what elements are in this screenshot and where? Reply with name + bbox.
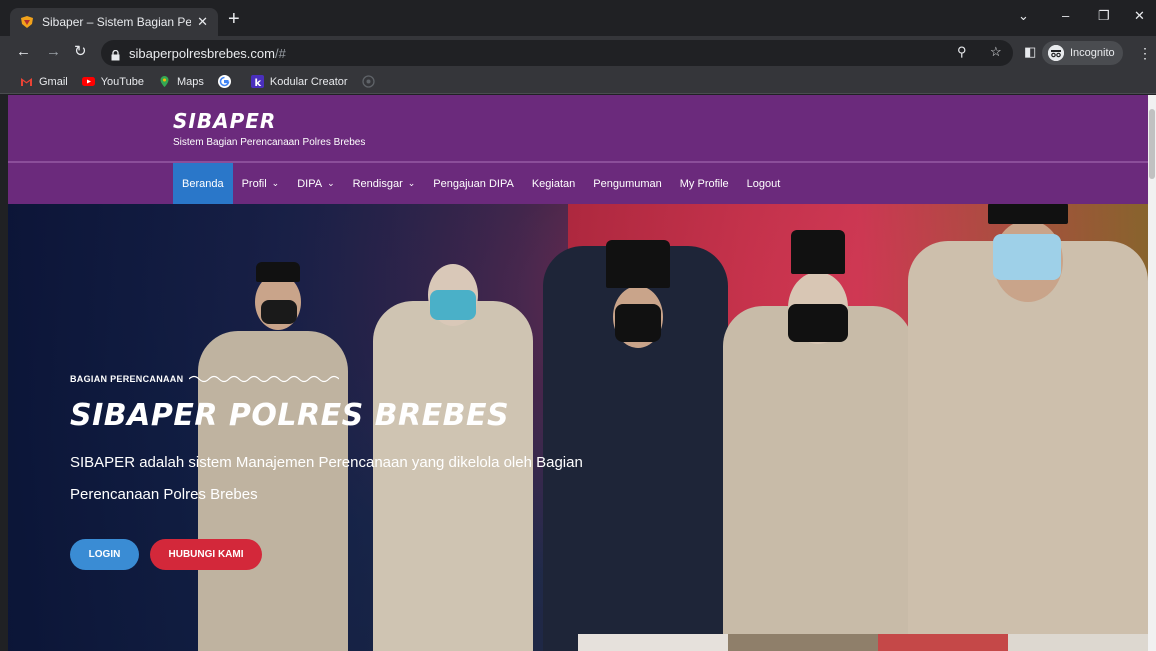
nav-logout[interactable]: Logout <box>738 163 790 204</box>
close-tab-icon[interactable]: ✕ <box>197 14 208 30</box>
nav-beranda[interactable]: Beranda <box>173 163 233 204</box>
bookmarks-bar: Gmail YouTube Maps k Kodular Creator <box>0 70 1156 94</box>
bookmark-google[interactable] <box>217 75 237 88</box>
nav-pengumuman[interactable]: Pengumuman <box>584 163 671 204</box>
maps-icon <box>158 75 171 88</box>
new-tab-icon[interactable]: + <box>228 9 240 29</box>
site-tagline: Sistem Bagian Perencanaan Polres Brebes <box>173 137 366 148</box>
chevron-down-icon: ⌄ <box>407 178 416 188</box>
site-header: SIBAPER Sistem Bagian Perencanaan Polres… <box>8 95 1148 161</box>
menu-icon[interactable]: ⋮ <box>1138 45 1152 62</box>
hero-description: SIBAPER adalah sistem Manajemen Perencan… <box>70 454 583 503</box>
scrollbar-thumb[interactable] <box>1149 109 1155 179</box>
browser-tab[interactable]: Sibaper – Sistem Bagian Perencan ✕ <box>10 8 218 36</box>
photo-mask <box>993 234 1061 280</box>
youtube-icon <box>81 75 95 88</box>
incognito-badge[interactable]: Incognito <box>1042 41 1123 65</box>
lock-icon[interactable] <box>111 48 120 60</box>
globe-icon <box>361 75 375 88</box>
photo-strip <box>578 634 1148 651</box>
minimize-icon[interactable]: – <box>1062 8 1069 23</box>
login-button[interactable]: LOGIN <box>70 539 139 570</box>
site-favicon-icon <box>20 15 34 29</box>
close-window-icon[interactable]: ✕ <box>1134 8 1145 24</box>
chevron-down-icon: ⌄ <box>327 178 335 188</box>
incognito-label: Incognito <box>1070 47 1115 59</box>
photo-mask <box>430 290 476 320</box>
hero-eyebrow-text: BAGIAN PERENCANAAN <box>70 374 184 384</box>
side-panel-icon[interactable]: ◧ <box>1024 44 1036 60</box>
photo-cap <box>606 240 670 288</box>
photo-mask <box>261 300 297 324</box>
main-navigation: Beranda Profil ⌄ DIPA ⌄ Rendisgar ⌄ Pengaju… <box>8 163 1148 204</box>
wave-decoration-icon <box>189 375 340 383</box>
nav-pengajuan-dipa[interactable]: Pengajuan DIPA <box>424 163 523 204</box>
bookmark-extra[interactable] <box>361 75 381 88</box>
nav-my-profile[interactable]: My Profile <box>671 163 738 204</box>
site-logo[interactable]: SIBAPER <box>173 109 365 133</box>
kodular-icon: k <box>250 75 264 89</box>
contact-button[interactable]: HUBUNGI KAMI <box>150 539 262 570</box>
page-viewport: SIBAPER Sistem Bagian Perencanaan Polres… <box>8 95 1148 651</box>
hero-title: SIBAPER POLRES BREBES <box>70 398 510 433</box>
photo-person <box>908 241 1148 651</box>
bookmark-kodular[interactable]: k Kodular Creator <box>250 75 348 89</box>
page-scrollbar[interactable] <box>1148 95 1156 651</box>
nav-dipa[interactable]: DIPA ⌄ <box>288 163 343 204</box>
google-icon <box>217 75 231 88</box>
gmail-icon <box>20 75 33 88</box>
nav-profil[interactable]: Profil ⌄ <box>233 163 289 204</box>
hero-buttons: LOGIN HUBUNGI KAMI <box>70 539 262 570</box>
photo-mask <box>615 304 661 342</box>
hero-section: BAGIAN PERENCANAAN SIBAPER POLRES BREBES… <box>8 204 1148 651</box>
url-text: sibaperpolresbrebes.com/# <box>129 45 286 61</box>
chevron-down-icon: ⌄ <box>271 178 280 188</box>
reload-icon[interactable]: ↻ <box>74 44 87 60</box>
zoom-icon[interactable]: ⚲ <box>957 44 967 60</box>
back-icon[interactable]: ← <box>16 44 31 60</box>
bookmark-maps[interactable]: Maps <box>158 75 204 88</box>
site-brand[interactable]: SIBAPER Sistem Bagian Perencanaan Polres… <box>173 109 365 148</box>
nav-kegiatan[interactable]: Kegiatan <box>523 163 584 204</box>
address-bar[interactable]: sibaperpolresbrebes.com/# <box>101 40 1013 66</box>
forward-icon[interactable]: → <box>46 44 61 60</box>
bookmark-gmail[interactable]: Gmail <box>20 75 68 88</box>
restore-icon[interactable]: ❐ <box>1098 8 1110 24</box>
photo-cap <box>791 230 845 274</box>
bookmark-star-icon[interactable]: ☆ <box>990 44 1002 60</box>
hero-eyebrow: BAGIAN PERENCANAAN <box>70 374 590 384</box>
bookmark-youtube[interactable]: YouTube <box>81 75 144 88</box>
browser-toolbar: ← → ↻ sibaperpolresbrebes.com/# ⚲ ☆ ◧ In… <box>0 36 1156 70</box>
tab-title: Sibaper – Sistem Bagian Perencan <box>42 15 192 29</box>
tab-search-icon[interactable]: ⌄ <box>1018 8 1029 24</box>
photo-cap <box>256 262 300 282</box>
photo-cap <box>988 204 1068 224</box>
hero-content: BAGIAN PERENCANAAN SIBAPER POLRES BREBES… <box>70 374 590 511</box>
nav-rendisgar[interactable]: Rendisgar ⌄ <box>344 163 425 204</box>
photo-person <box>723 306 913 651</box>
photo-mask <box>788 304 848 342</box>
incognito-icon <box>1048 45 1064 61</box>
browser-tab-bar: Sibaper – Sistem Bagian Perencan ✕ + ⌄ –… <box>0 0 1156 36</box>
svg-text:k: k <box>254 78 261 88</box>
